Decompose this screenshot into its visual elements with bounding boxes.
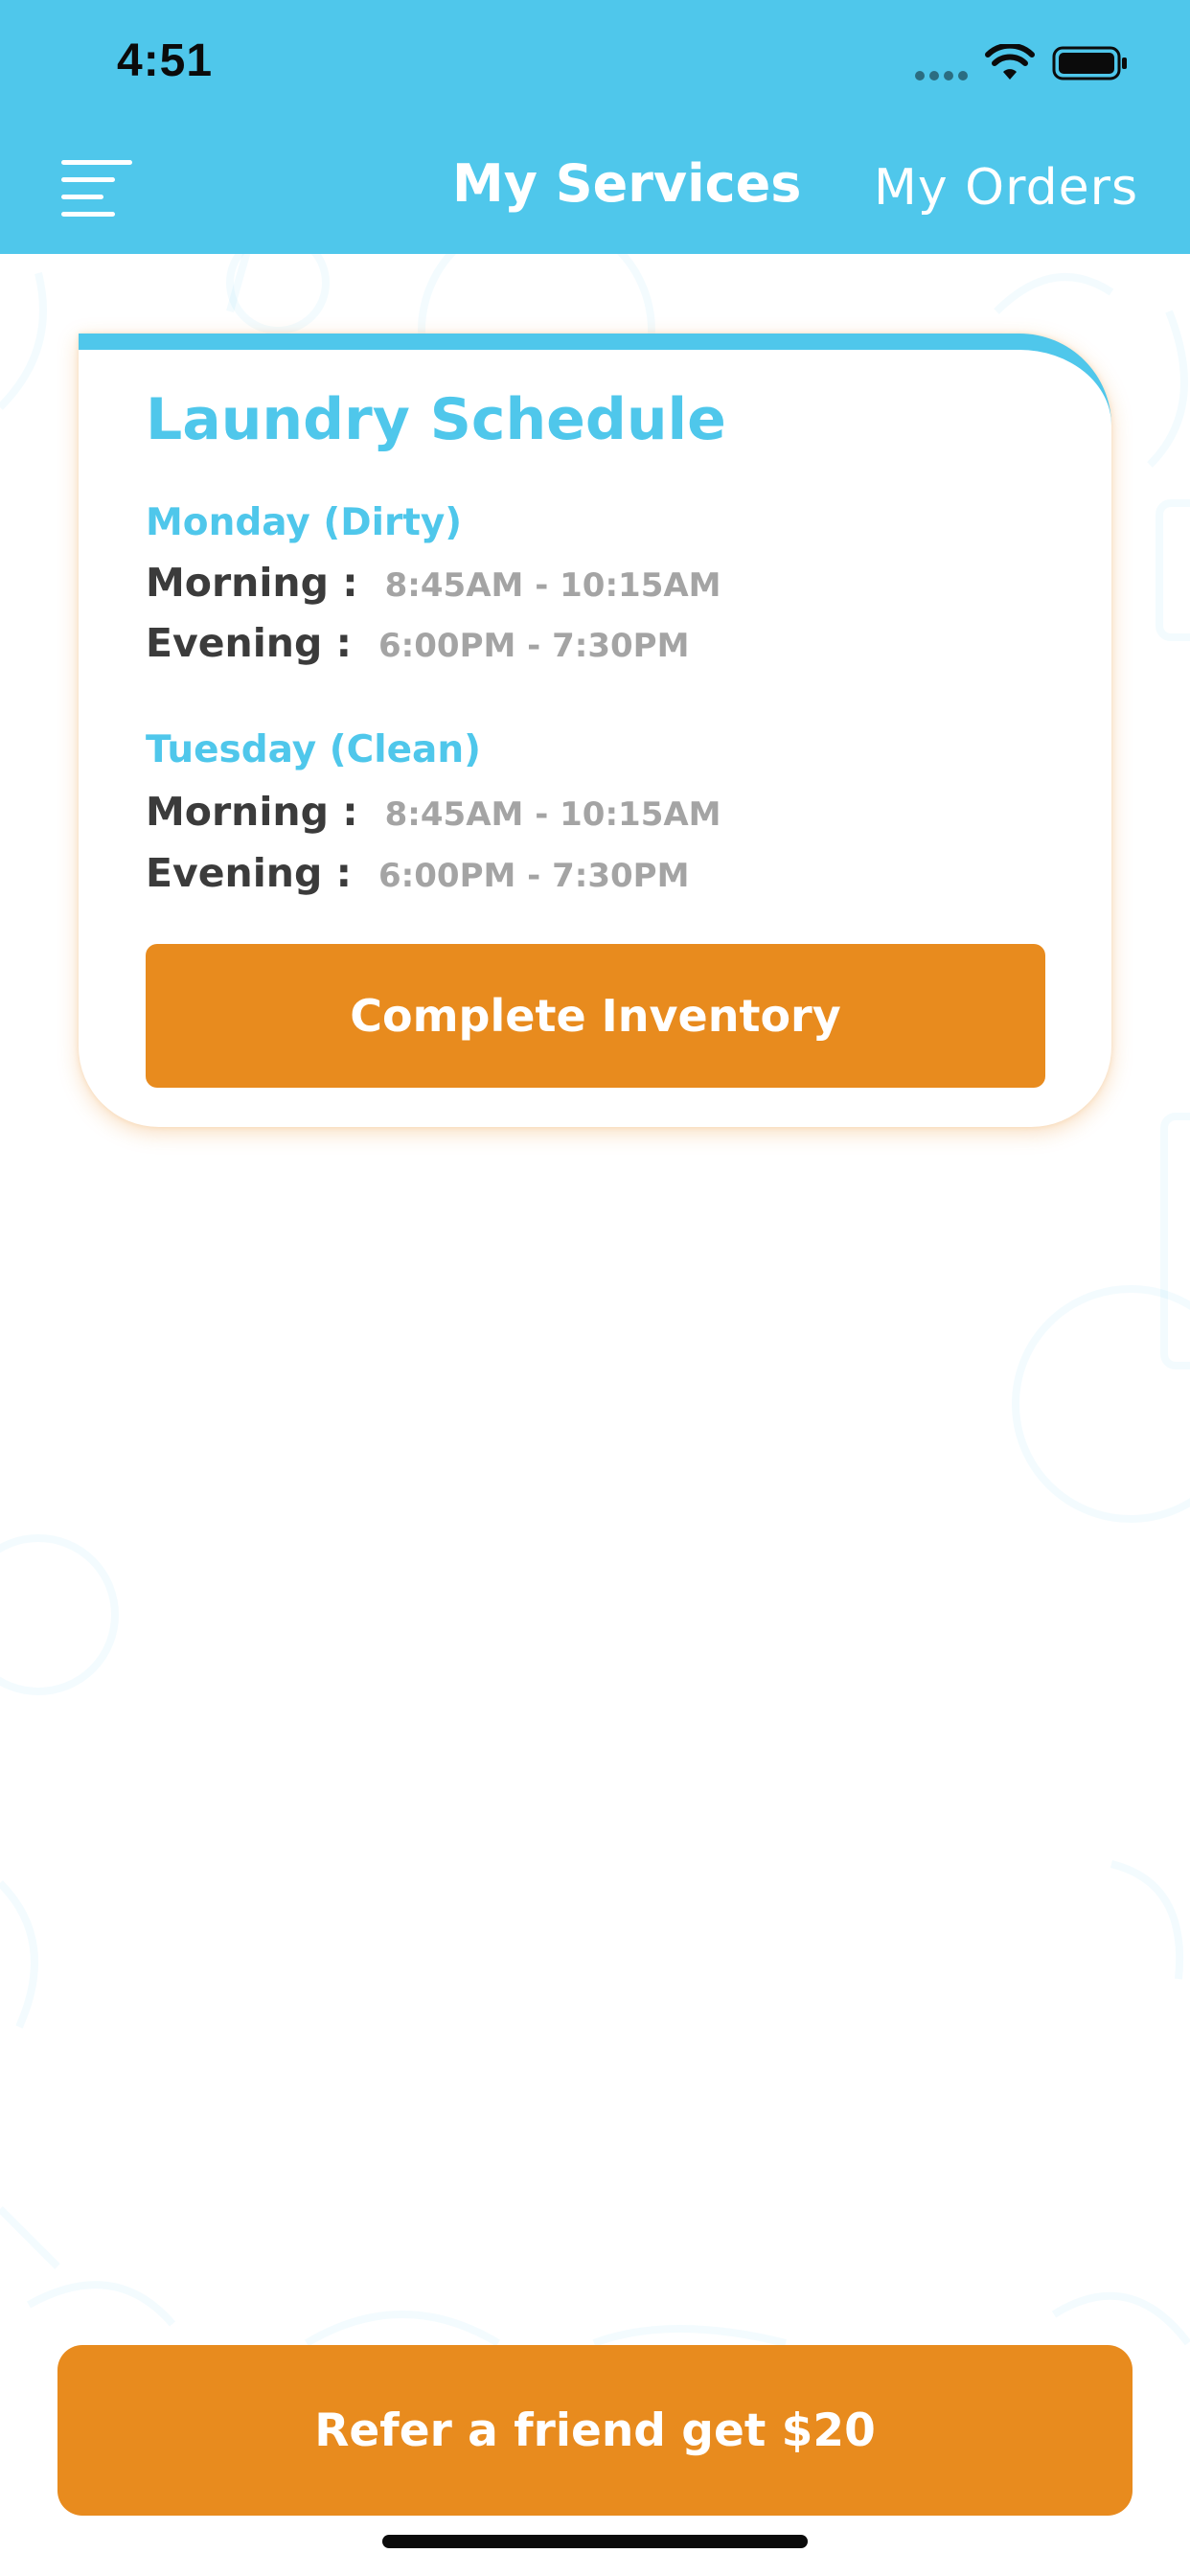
slot-label: Morning : — [146, 789, 358, 835]
slot-label: Evening : — [146, 850, 352, 896]
slot-time: 8:45AM - 10:15AM — [384, 795, 721, 834]
wifi-icon — [985, 44, 1035, 80]
refer-friend-button[interactable]: Refer a friend get $20 — [57, 2345, 1133, 2516]
tuesday-morning-row: Morning : 8:45AM - 10:15AM — [146, 789, 721, 835]
slot-label: Evening : — [146, 620, 352, 666]
laundry-schedule-card: Laundry Schedule Monday (Dirty) Morning … — [79, 334, 1111, 1127]
slot-label: Morning : — [146, 560, 358, 606]
slot-time: 6:00PM - 7:30PM — [378, 627, 690, 665]
tab-my-orders[interactable]: My Orders — [874, 159, 1138, 217]
app-header: 4:51 My Services My Orders — [0, 0, 1190, 254]
tab-my-services[interactable]: My Services — [452, 153, 801, 214]
complete-inventory-button[interactable]: Complete Inventory — [146, 944, 1045, 1088]
battery-icon — [1052, 46, 1127, 80]
slot-time: 8:45AM - 10:15AM — [384, 566, 721, 605]
monday-morning-row: Morning : 8:45AM - 10:15AM — [146, 560, 721, 606]
status-time: 4:51 — [117, 35, 214, 86]
home-indicator[interactable] — [382, 2535, 808, 2548]
hamburger-menu-icon[interactable] — [61, 158, 134, 218]
day-label-tuesday: Tuesday (Clean) — [146, 728, 481, 771]
cellular-signal-icon — [915, 71, 968, 80]
monday-evening-row: Evening : 6:00PM - 7:30PM — [146, 620, 689, 666]
tuesday-evening-row: Evening : 6:00PM - 7:30PM — [146, 850, 689, 896]
slot-time: 6:00PM - 7:30PM — [378, 857, 690, 895]
card-title: Laundry Schedule — [146, 386, 726, 453]
day-label-monday: Monday (Dirty) — [146, 501, 463, 544]
